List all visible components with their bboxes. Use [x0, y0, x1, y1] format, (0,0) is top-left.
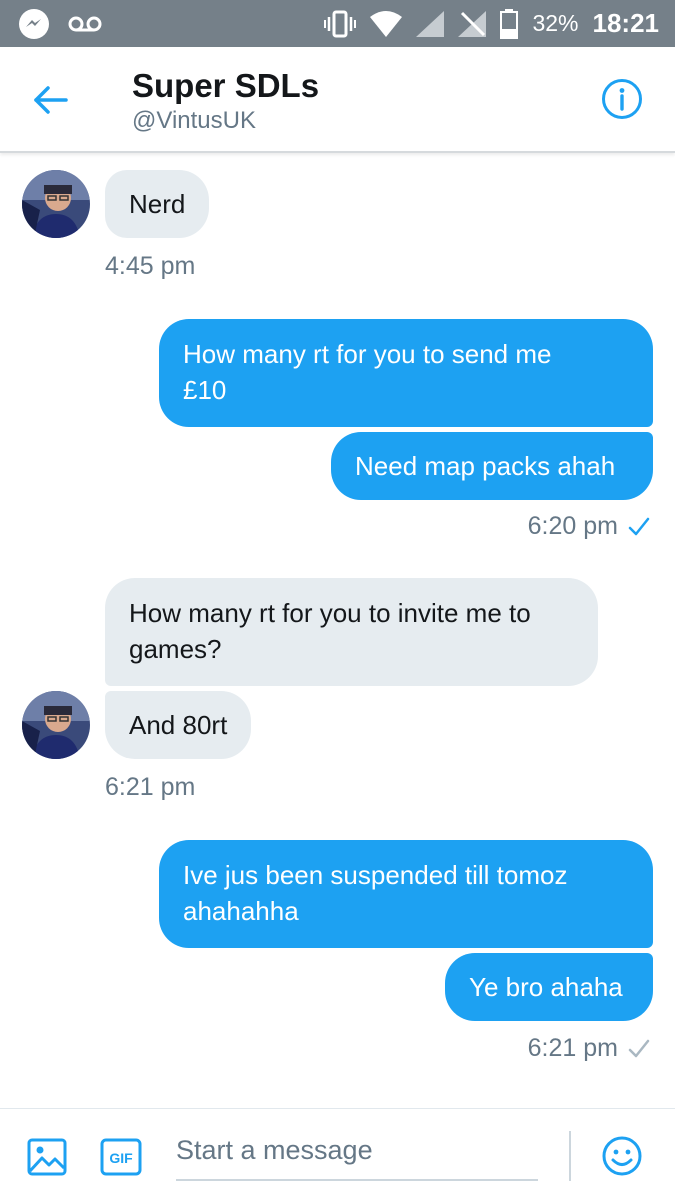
messenger-icon [19, 9, 49, 39]
emoji-icon[interactable] [601, 1135, 643, 1177]
message-line: Ive jus been suspended till tomoz [183, 860, 568, 890]
back-arrow-icon[interactable] [30, 80, 70, 120]
message-composer: GIF Start a message [0, 1108, 675, 1200]
svg-text:GIF: GIF [109, 1150, 133, 1166]
status-bar: 32% 18:21 [0, 0, 675, 47]
signal-icon [416, 10, 445, 37]
message-input[interactable]: Start a message [176, 1131, 538, 1181]
message-line: £10 [183, 375, 227, 405]
message-bubble-incoming[interactable]: And 80rt [105, 691, 252, 759]
message-line: ahahahha [183, 896, 299, 926]
divider [569, 1131, 571, 1181]
battery-icon [500, 8, 519, 39]
message-timestamp: 4:45 pm [105, 252, 196, 280]
voicemail-icon [68, 16, 102, 32]
message-bubble-incoming[interactable]: Nerd [105, 170, 210, 238]
conversation-handle: @VintusUK [132, 107, 256, 134]
wifi-icon [370, 10, 403, 37]
message-bubble-outgoing[interactable]: How many rt for you to send me £10 [159, 319, 653, 427]
conversation-title[interactable]: Super SDLs [132, 67, 319, 105]
message-bubble-outgoing[interactable]: Ye bro ahaha [445, 953, 653, 1021]
check-icon [628, 1039, 650, 1058]
message-bubble-incoming[interactable]: How many rt for you to invite me to game… [105, 578, 598, 686]
message-timestamp: 6:21 pm [105, 773, 196, 801]
no-signal-icon [458, 10, 487, 37]
message-bubble-outgoing[interactable]: Ive jus been suspended till tomoz ahahah… [159, 840, 653, 948]
vibrate-icon [324, 10, 357, 37]
image-icon[interactable] [27, 1138, 67, 1176]
message-line: games? [129, 634, 222, 664]
avatar[interactable] [22, 691, 90, 759]
message-timestamp: 6:20 pm [527, 512, 618, 540]
info-icon[interactable] [601, 78, 643, 120]
message-bubble-outgoing[interactable]: Need map packs ahah [331, 432, 653, 500]
avatar[interactable] [22, 170, 90, 238]
message-line: How many rt for you to send me [183, 339, 552, 369]
message-timestamp: 6:21 pm [527, 1034, 618, 1062]
conversation-header: Super SDLs @VintusUK [0, 47, 675, 153]
message-line: How many rt for you to invite me to [129, 598, 531, 628]
gif-icon[interactable]: GIF [100, 1138, 142, 1176]
check-icon [628, 517, 650, 536]
battery-percent: 32% [532, 10, 579, 36]
clock: 18:21 [592, 8, 660, 38]
